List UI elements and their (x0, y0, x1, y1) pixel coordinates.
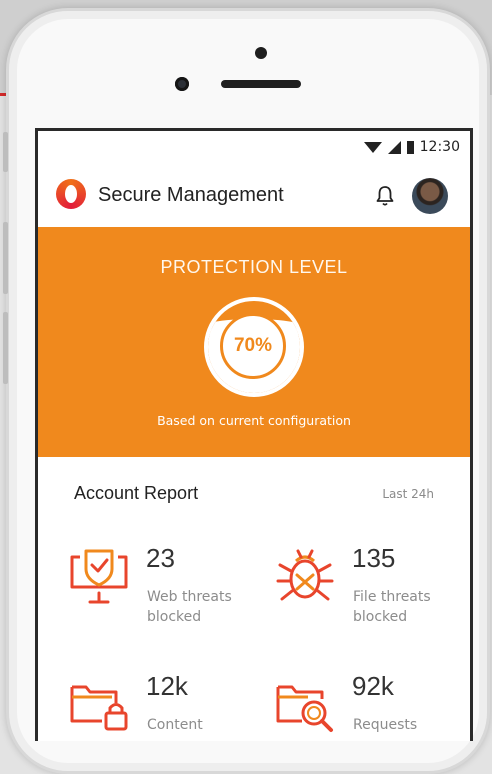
side-button-mute (3, 132, 8, 172)
user-avatar[interactable] (412, 178, 448, 214)
report-range[interactable]: Last 24h (382, 487, 434, 501)
proximity-sensor (255, 47, 267, 59)
gauge-center: 70% (220, 313, 286, 379)
stat-value: 12k (146, 671, 188, 701)
battery-icon (406, 140, 414, 154)
stat-label: File threats blocked (353, 589, 431, 625)
signal-icon (387, 140, 401, 154)
stat-label: Content (147, 717, 203, 733)
status-time: 12:30 (419, 139, 460, 155)
protection-title: PROTECTION LEVEL (160, 257, 348, 277)
stat-requests[interactable]: 92k Requests (274, 669, 464, 741)
protection-subtitle: Based on current configuration (157, 413, 351, 428)
stat-file-threats[interactable]: 135 File threats blocked (274, 541, 464, 641)
stat-value: 23 (146, 543, 175, 573)
app-title: Secure Management (98, 184, 284, 206)
stat-label: Requests (353, 717, 418, 733)
protection-gauge: 70% (204, 297, 304, 397)
account-report: Account Report Last 24h 23 Web threats b… (38, 457, 470, 733)
earpiece-speaker (221, 80, 301, 88)
monitor-shield-icon (70, 549, 128, 604)
stat-label: Web threats blocked (147, 589, 232, 625)
stat-web-threats[interactable]: 23 Web threats blocked (68, 541, 258, 641)
stat-value: 135 (352, 543, 396, 573)
app-logo (56, 179, 86, 209)
report-title: Account Report (74, 483, 199, 503)
front-camera (175, 77, 189, 91)
status-bar: 12:30 (38, 131, 470, 165)
stat-content[interactable]: 12k Content (68, 669, 258, 741)
protection-panel: PROTECTION LEVEL 70% Based on current co… (38, 227, 470, 457)
app-bar: Secure Management (38, 165, 470, 227)
bug-icon (276, 549, 334, 601)
bell-icon[interactable] (375, 185, 395, 207)
wifi-icon (363, 141, 382, 153)
protection-percent: 70% (233, 335, 273, 356)
side-button-volume-up (3, 222, 8, 294)
stat-value: 92k (352, 671, 394, 701)
app-screen: 12:30 Secure Management PROTECTION LEVEL… (35, 128, 473, 741)
side-button-volume-down (3, 312, 8, 384)
